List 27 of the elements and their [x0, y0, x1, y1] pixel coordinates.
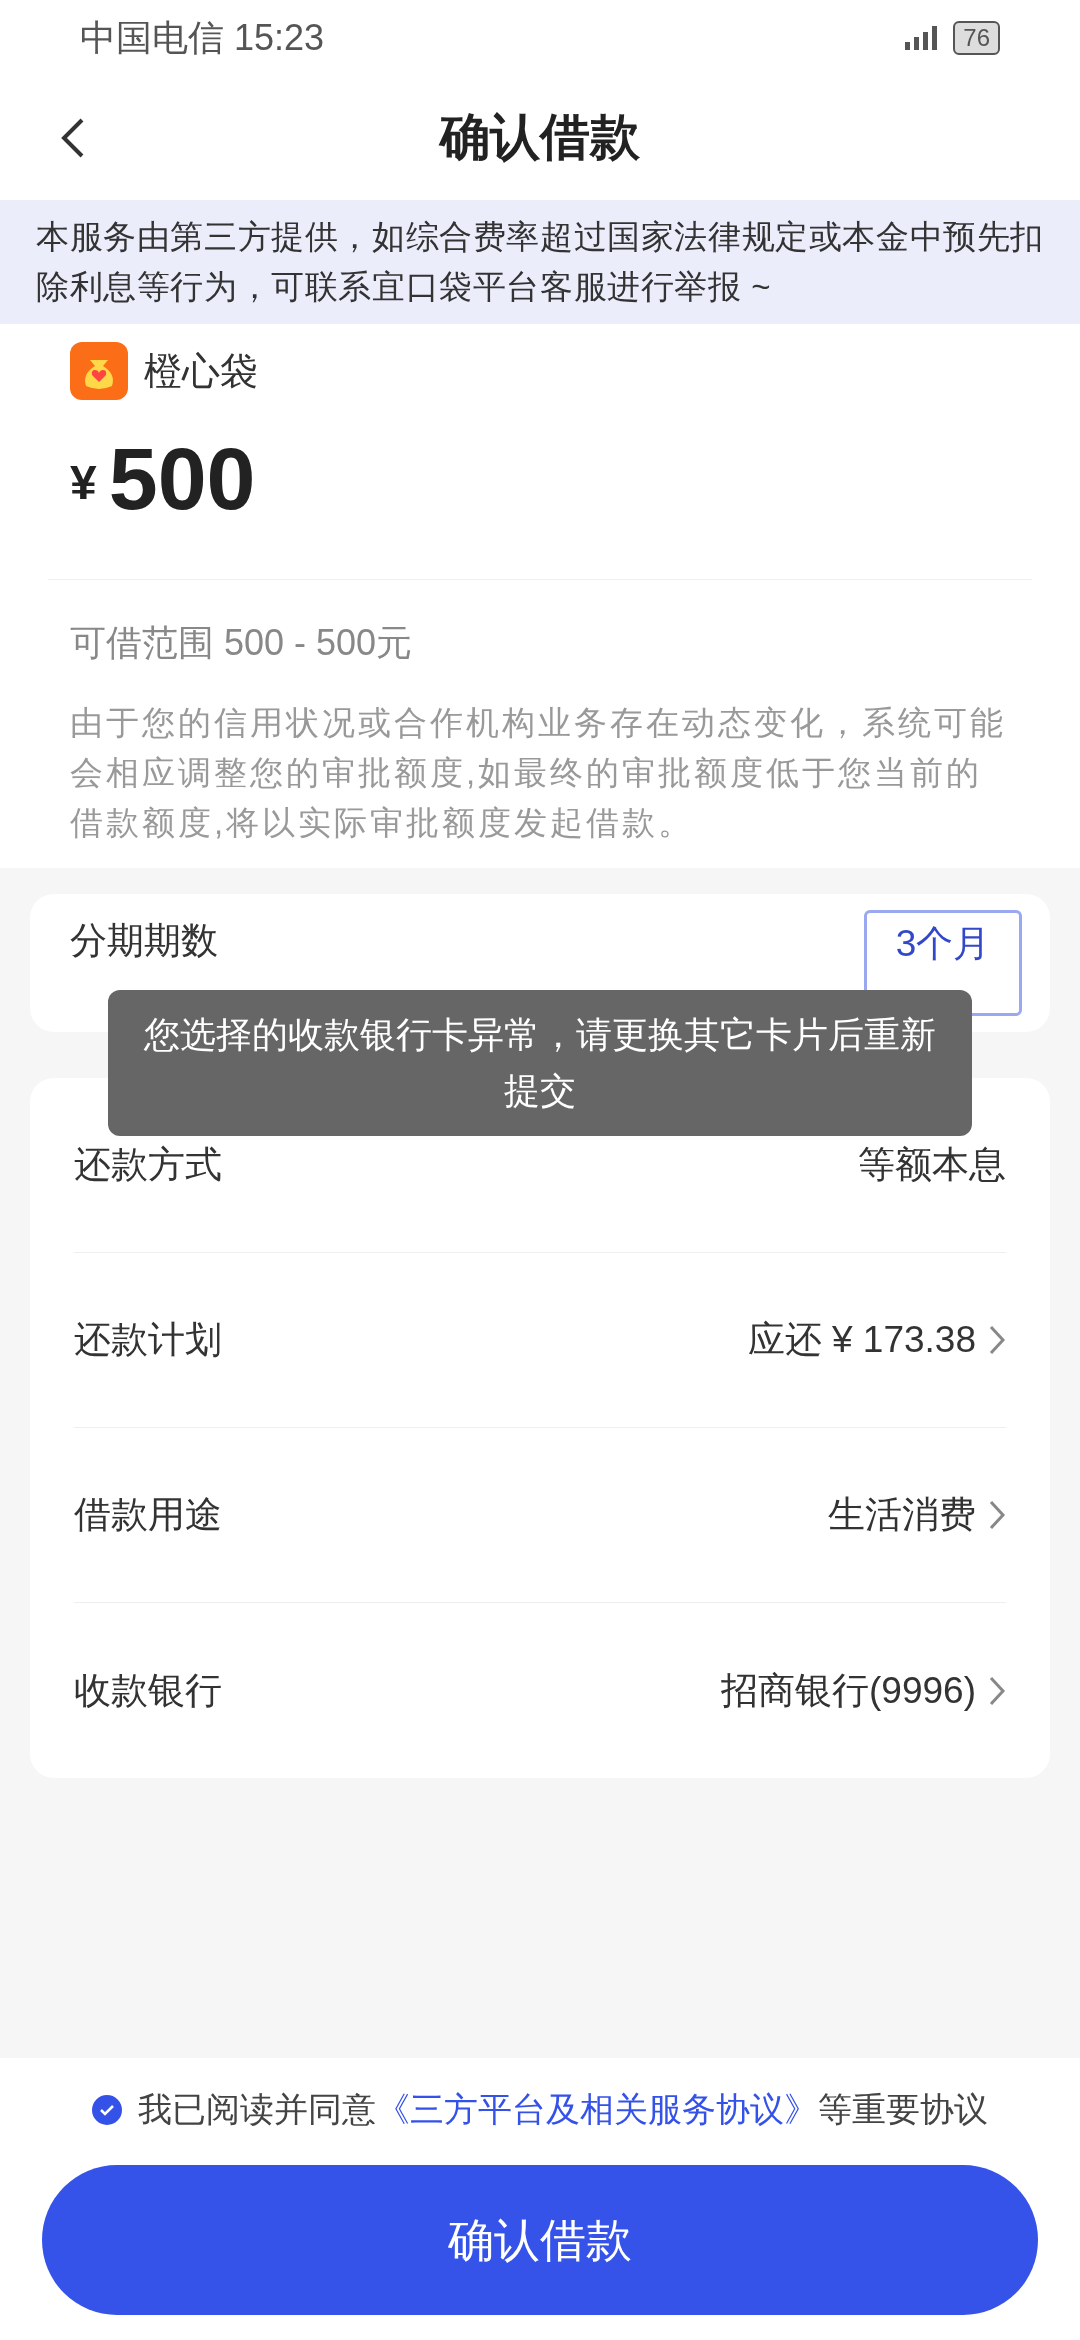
detail-label: 还款方式 [74, 1143, 222, 1188]
agreement-text: 我已阅读并同意《三方平台及相关服务协议》等重要协议 [138, 2089, 988, 2130]
error-toast: 您选择的收款银行卡异常，请更换其它卡片后重新提交 [108, 990, 972, 1136]
detail-value: 等额本息 [858, 1143, 1006, 1188]
money-bag-icon [70, 342, 128, 400]
page-title: 确认借款 [440, 108, 640, 167]
detail-label: 收款银行 [74, 1668, 222, 1713]
chevron-icon [988, 1499, 1006, 1531]
carrier-time: 中国电信 15:23 [80, 15, 325, 60]
installment-label: 分期期数 [70, 920, 218, 962]
confirm-loan-button[interactable]: 确认借款 [42, 2165, 1038, 2315]
loan-range: 可借范围 500 - 500元 [69, 621, 414, 665]
chevron-icon [988, 1674, 1006, 1707]
provider-name: 橙心袋 [144, 348, 258, 394]
notice-banner: 本服务由第三方提供，如综合费率超过国家法律规定或本金中预先扣除利息等行为，可联系宜口袋平台客服进行举报 ~ [0, 200, 1080, 324]
agreement-link[interactable]: 《三方平台及相关服务协议》 [376, 2090, 818, 2128]
disclaimer-text: 由于您的信用状况或合作机构业务存在动态变化，系统可能会相应调整您的审批额度,如最终的审批额度低于您当前的借款额度,将以实际审批额度发起借款。 [69, 703, 1007, 843]
currency-symbol: ¥ [70, 455, 97, 511]
agree-checkbox[interactable] [92, 2094, 122, 2125]
battery-icon: 76 [953, 20, 1000, 55]
chevron-icon [988, 1324, 1006, 1356]
detail-value[interactable]: 招商银行(9996) [721, 1662, 976, 1719]
loan-amount: 500 [108, 435, 256, 523]
detail-value[interactable]: 生活消费 [828, 1487, 976, 1543]
detail-value[interactable]: 应还 ¥ 173.38 [747, 1312, 976, 1368]
detail-label: 借款用途 [74, 1493, 222, 1538]
detail-label: 还款计划 [74, 1318, 222, 1363]
